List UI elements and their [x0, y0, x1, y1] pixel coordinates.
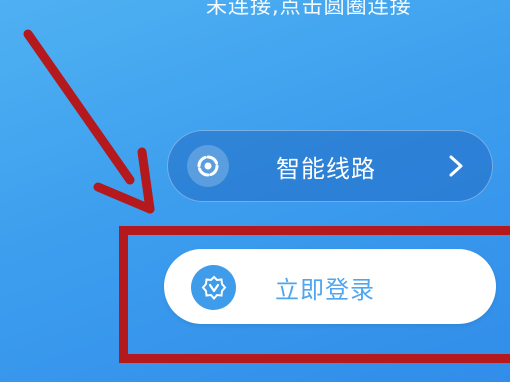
smart-route-label: 智能线路 [276, 155, 376, 183]
connection-status-text: 未连接,点击圆圈连接 [206, 0, 412, 18]
app-screen: 未连接,点击圆圈连接 智能线路 立即登录 [0, 0, 510, 382]
highlight-box [119, 226, 510, 363]
swirl-icon-glyph [197, 155, 219, 177]
smart-route-button[interactable]: 智能线路 [167, 130, 493, 202]
chevron-right-icon [449, 155, 463, 177]
swirl-icon [187, 145, 229, 187]
